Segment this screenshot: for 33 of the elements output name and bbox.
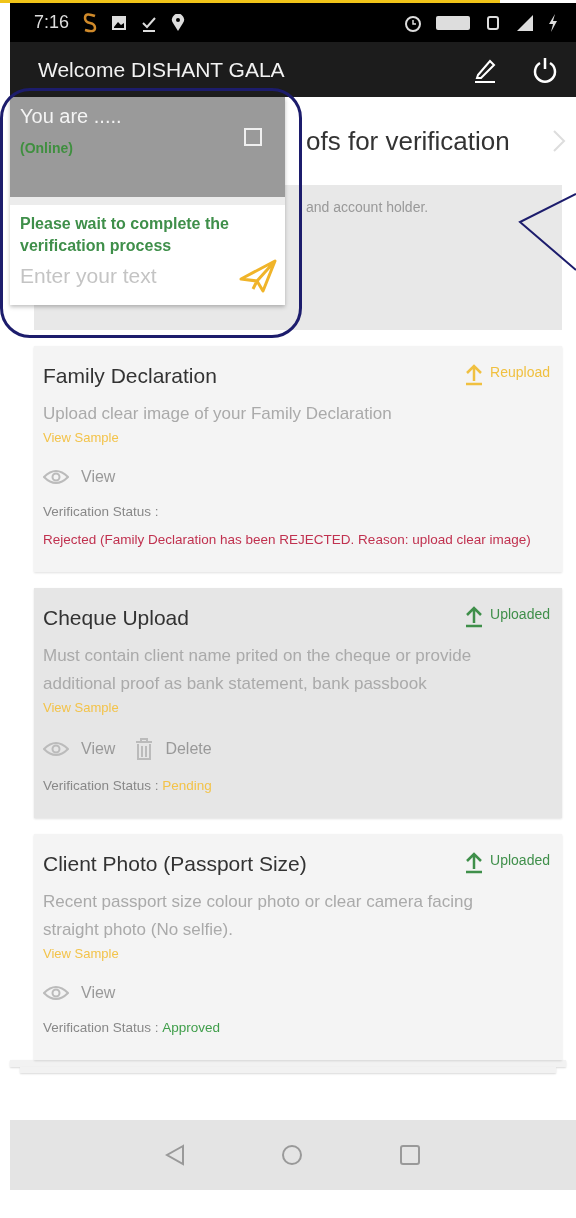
document-description: Must contain client name prited on the cheque or provide additional proof as bank statement, bank passbook [43, 645, 473, 695]
view-button[interactable]: View [43, 984, 116, 1002]
status-time: 7:16 [34, 12, 70, 33]
status-value: Approved [162, 1019, 221, 1037]
view-sample-link[interactable]: View Sample [43, 700, 119, 715]
status-label: Verification Status : [43, 1020, 159, 1035]
document-title: Family Declaration [43, 364, 217, 388]
document-title: Client Photo (Passport Size) [43, 852, 307, 876]
view-sample-link[interactable]: View Sample [43, 946, 119, 961]
delete-button[interactable]: Delete [135, 738, 212, 760]
document-description: Recent passport size colour photo or clear camera facing straight photo (No selfie). [43, 891, 474, 941]
app-title: Welcome DISHANT GALA [38, 57, 286, 82]
status-label: Verification Status : [43, 778, 159, 793]
card-text: and account holder. [306, 199, 429, 215]
status-value: Rejected (Family Declaration has been REJECTED. Reason: upload clear image) [43, 531, 531, 549]
chat-title: You are ..... [20, 105, 123, 128]
upload-status-button[interactable]: Uploaded [464, 852, 550, 874]
document-title: Cheque Upload [43, 606, 189, 630]
status-label: Verification Status : [43, 504, 159, 519]
status-value: Pending [162, 777, 212, 795]
page-title: ofs for verification [306, 125, 511, 157]
view-button[interactable]: View [43, 738, 116, 760]
view-sample-link[interactable]: View Sample [43, 430, 119, 445]
document-description: Upload clear image of your Family Declaration [43, 403, 393, 425]
chat-message: Please wait to complete the verification process [19, 214, 230, 256]
view-button[interactable]: View [43, 468, 116, 486]
message-input[interactable]: Enter your text [20, 264, 239, 288]
presence-status: (Online) [20, 140, 73, 156]
upload-status-button[interactable]: Reupload [464, 364, 550, 386]
document-card[interactable]: Client Photo (Passport Size) Uploaded Recent passport size colour photo or clear camera facing straight photo (No selfie). View Sample View Verification Status : Approved [34, 834, 562, 1060]
document-card[interactable]: Family Declaration Reupload Upload clear image of your Family Declaration View Sample View Verification Status : Rejected (Family Declaration has been REJECTED. Reason: upload clear image) [34, 346, 562, 572]
document-card[interactable]: Cheque Upload Uploaded Must contain client name prited on the cheque or provide additional proof as bank statement, bank passbook View Sample View Delete Verification Status : Pending [34, 588, 562, 818]
upload-status-button[interactable]: Uploaded [464, 606, 550, 628]
